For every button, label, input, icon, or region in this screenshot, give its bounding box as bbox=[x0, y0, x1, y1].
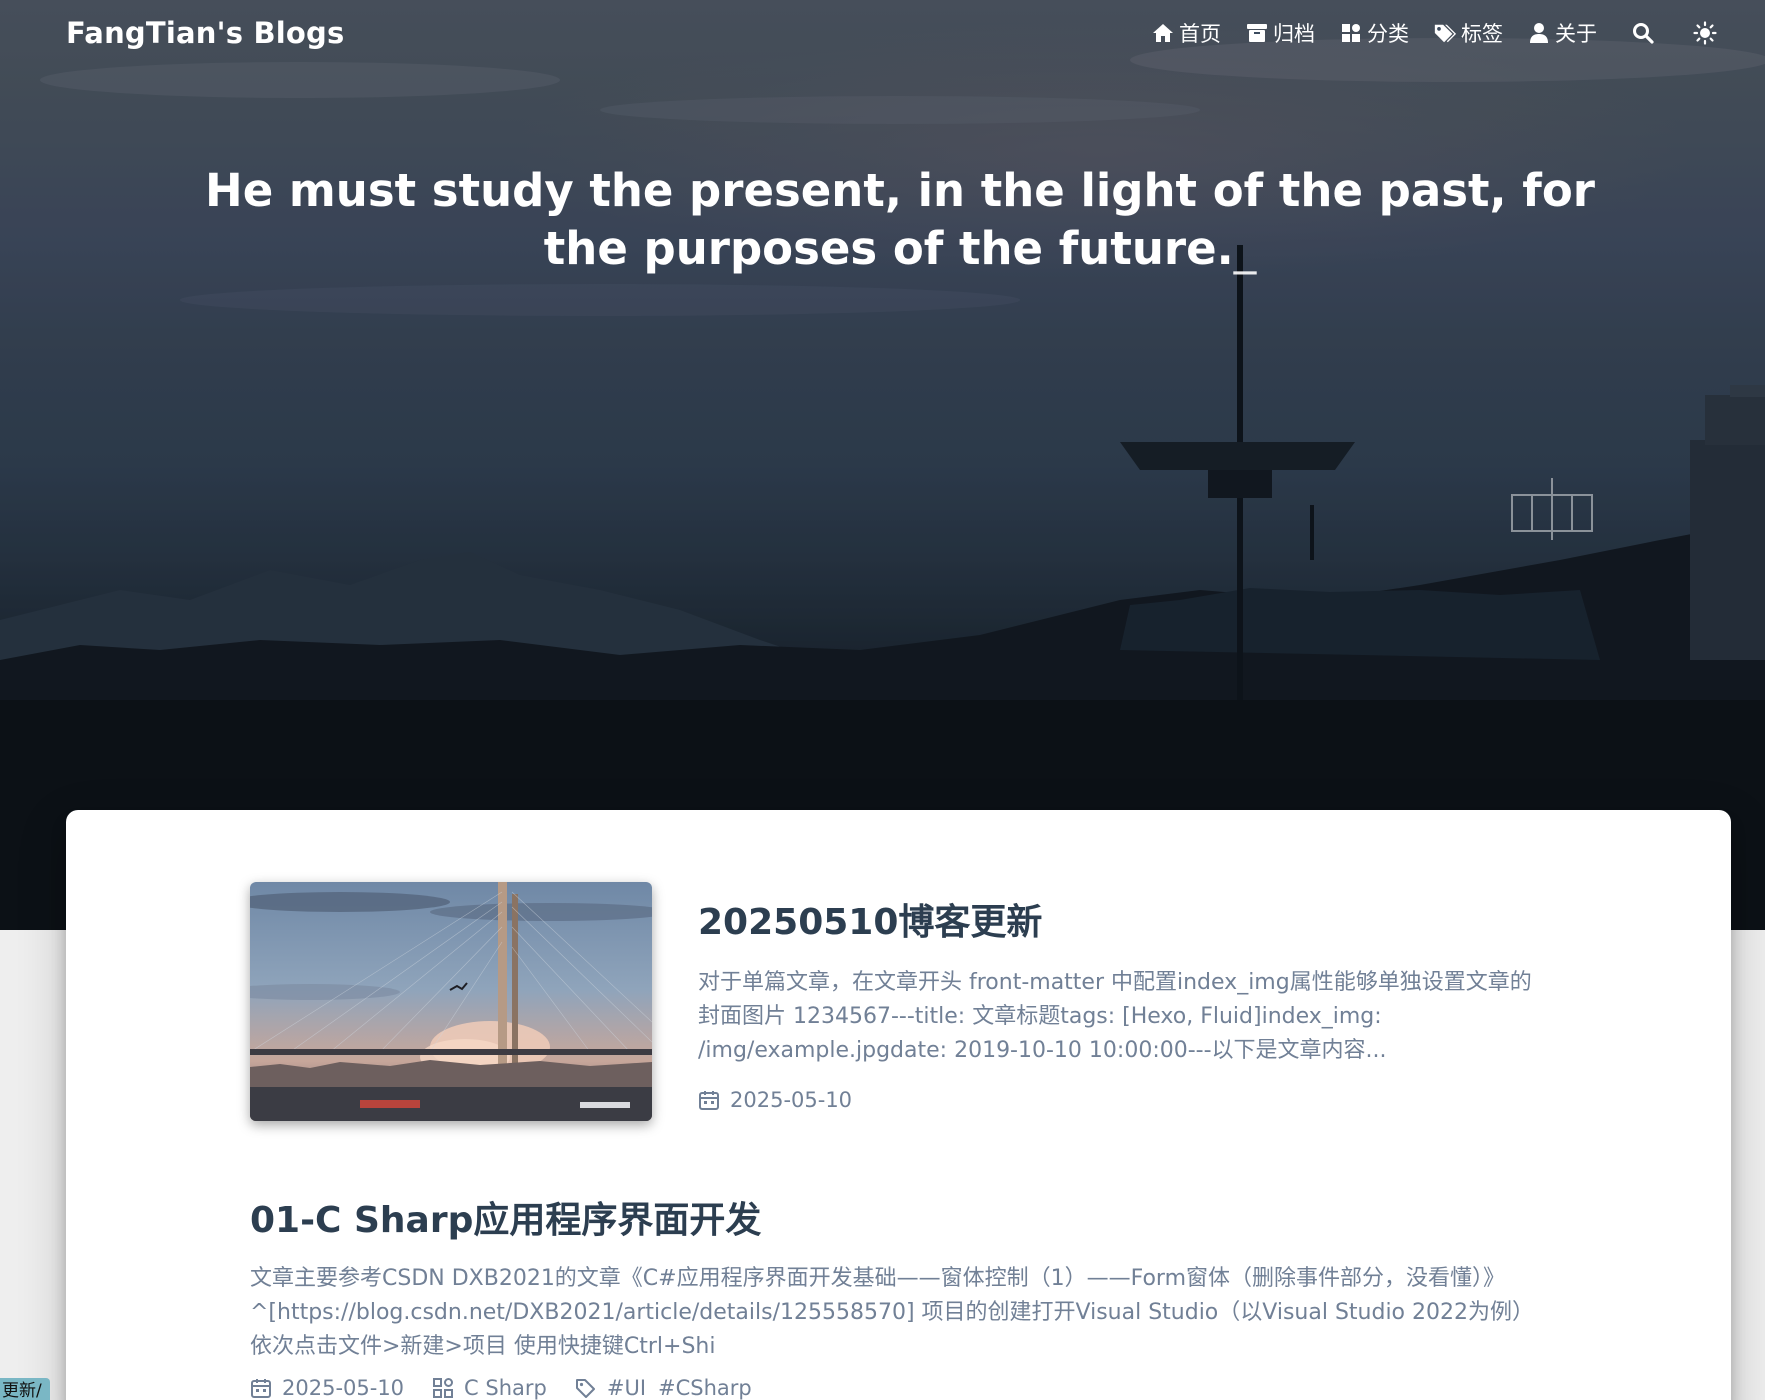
nav-label-about: 关于 bbox=[1555, 22, 1597, 46]
nav-item-category[interactable]: 分类 bbox=[1339, 18, 1409, 48]
floating-tag[interactable]: 更新/ bbox=[0, 1378, 50, 1400]
post-excerpt[interactable]: 文章主要参考CSDN DXB2021的文章《C#应用程序界面开发基础——窗体控制… bbox=[250, 1262, 1540, 1364]
hero-slogan: He must study the present, in the light … bbox=[200, 162, 1600, 278]
post-excerpt[interactable]: 对于单篇文章，在文章开头 front-matter 中配置index_img属性… bbox=[698, 966, 1538, 1068]
post-title[interactable]: 20250510博客更新 bbox=[698, 900, 1538, 946]
post-item: 20250510博客更新 对于单篇文章，在文章开头 front-matter 中… bbox=[698, 900, 1538, 1112]
nav-item-about[interactable]: 关于 bbox=[1527, 18, 1597, 48]
nav-label-home: 首页 bbox=[1179, 22, 1221, 46]
post-tag[interactable]: #UI bbox=[607, 1376, 646, 1400]
post-item: 01-C Sharp应用程序界面开发 文章主要参考CSDN DXB2021的文章… bbox=[250, 1198, 1540, 1400]
post-meta: 2025-05-10 C Sharp #UI #CSharp bbox=[250, 1376, 1540, 1400]
site-brand[interactable]: FangTian's Blogs bbox=[66, 16, 344, 50]
bridge-cover-image bbox=[250, 882, 652, 1121]
typing-cursor: _ bbox=[1233, 222, 1257, 275]
post-meta: 2025-05-10 bbox=[698, 1088, 1538, 1112]
calendar-icon bbox=[250, 1377, 272, 1399]
user-icon bbox=[1527, 21, 1551, 45]
search-icon bbox=[1631, 21, 1655, 45]
category-icon bbox=[432, 1377, 454, 1399]
calendar-icon bbox=[698, 1089, 720, 1111]
hero-banner bbox=[0, 0, 1765, 930]
theme-toggle-button[interactable] bbox=[1693, 21, 1721, 45]
post-category[interactable]: C Sharp bbox=[432, 1376, 547, 1400]
nav-item-tags[interactable]: 标签 bbox=[1433, 18, 1503, 48]
post-category-text: C Sharp bbox=[464, 1376, 547, 1400]
post-cover-image[interactable] bbox=[250, 882, 652, 1121]
nav-item-home[interactable]: 首页 bbox=[1151, 18, 1221, 48]
hero-overlay bbox=[0, 0, 1765, 930]
search-button[interactable] bbox=[1631, 21, 1659, 45]
post-date-text: 2025-05-10 bbox=[730, 1088, 853, 1112]
post-tags: #UI #CSharp bbox=[575, 1376, 752, 1400]
home-icon bbox=[1151, 21, 1175, 45]
post-title[interactable]: 01-C Sharp应用程序界面开发 bbox=[250, 1198, 1540, 1244]
post-date: 2025-05-10 bbox=[250, 1376, 404, 1400]
slogan-text: He must study the present, in the light … bbox=[205, 164, 1595, 275]
nav-label-category: 分类 bbox=[1367, 22, 1409, 46]
tag-icon bbox=[575, 1377, 597, 1399]
main-board: 20250510博客更新 对于单篇文章，在文章开头 front-matter 中… bbox=[66, 810, 1731, 1400]
nav-label-archive: 归档 bbox=[1273, 22, 1315, 46]
category-icon bbox=[1339, 21, 1363, 45]
sun-icon bbox=[1693, 21, 1717, 45]
tags-icon bbox=[1433, 21, 1457, 45]
nav-label-tags: 标签 bbox=[1461, 22, 1503, 46]
nav-menu: 首页 归档 分类 标签 关于 bbox=[1127, 18, 1721, 48]
navbar: FangTian's Blogs 首页 归档 分类 标签 关于 bbox=[0, 0, 1765, 66]
post-tag[interactable]: #CSharp bbox=[658, 1376, 752, 1400]
archive-icon bbox=[1245, 21, 1269, 45]
post-date-text: 2025-05-10 bbox=[282, 1376, 405, 1400]
nav-item-archive[interactable]: 归档 bbox=[1245, 18, 1315, 48]
post-date: 2025-05-10 bbox=[698, 1088, 852, 1112]
